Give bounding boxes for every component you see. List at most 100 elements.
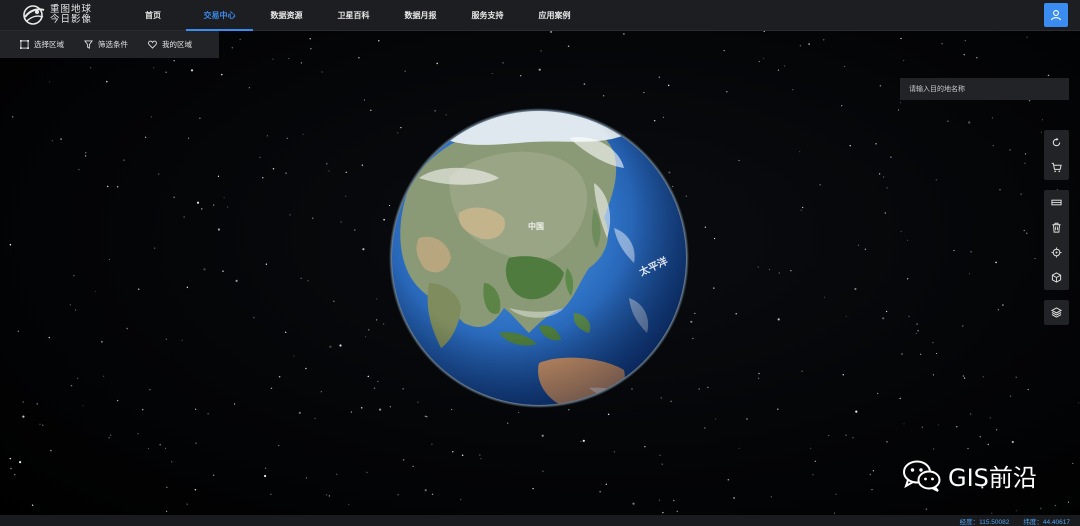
star: [108, 258, 110, 260]
star: [328, 495, 331, 497]
star: [1078, 402, 1080, 404]
star: [963, 377, 966, 379]
star: [777, 408, 779, 410]
nav-monthly-report[interactable]: 数据月报: [387, 0, 454, 31]
star: [366, 471, 368, 474]
locate-button[interactable]: [1044, 240, 1069, 265]
star: [713, 287, 715, 289]
star: [995, 429, 998, 431]
globe[interactable]: 中国 太平洋: [389, 108, 689, 408]
star: [358, 57, 360, 59]
destination-search-input[interactable]: [900, 78, 1069, 100]
refresh-button[interactable]: [1044, 130, 1069, 155]
star: [849, 145, 851, 147]
star: [738, 447, 740, 449]
star: [810, 447, 812, 449]
measure-button[interactable]: [1044, 190, 1069, 215]
nav-service-support[interactable]: 服务支持: [454, 0, 521, 31]
star: [801, 370, 803, 372]
tool-group-3: [1044, 300, 1069, 325]
star: [165, 71, 167, 73]
star: [819, 184, 821, 186]
star: [150, 116, 152, 118]
user-button[interactable]: [1044, 3, 1068, 27]
star: [808, 43, 810, 45]
star: [360, 407, 363, 409]
star: [102, 375, 105, 377]
star: [187, 137, 190, 139]
star: [869, 473, 872, 476]
cube-icon: [1051, 272, 1062, 283]
star: [239, 38, 241, 40]
star: [479, 454, 481, 456]
star: [692, 337, 694, 340]
star: [50, 449, 52, 452]
layers-button[interactable]: [1044, 300, 1069, 325]
star: [713, 237, 716, 240]
star: [841, 105, 843, 107]
star: [932, 341, 934, 344]
star: [321, 71, 323, 73]
star: [265, 263, 268, 265]
ruler-icon: [1051, 199, 1062, 206]
longitude-readout: 经度：115.50082: [960, 516, 1010, 526]
star: [568, 409, 570, 411]
logo[interactable]: 重图地球 今日影像: [0, 0, 120, 31]
star: [376, 319, 378, 321]
star: [165, 338, 168, 340]
star: [1027, 389, 1029, 391]
star: [1026, 232, 1028, 234]
star: [195, 442, 197, 444]
star: [165, 510, 168, 513]
star: [979, 436, 981, 438]
star: [460, 498, 462, 501]
star: [217, 228, 220, 231]
3d-view-button[interactable]: [1044, 265, 1069, 290]
star: [339, 344, 342, 347]
star: [738, 159, 740, 162]
star: [106, 80, 108, 83]
nav-data-resources[interactable]: 数据资源: [253, 0, 320, 31]
filter-label: 筛选条件: [98, 40, 128, 49]
select-area-label: 选择区域: [34, 40, 64, 49]
star: [883, 176, 885, 178]
star: [1072, 462, 1074, 465]
star: [39, 423, 41, 425]
star: [461, 454, 464, 456]
star: [424, 489, 427, 492]
heart-icon: [148, 40, 157, 49]
nav-home[interactable]: 首页: [120, 0, 186, 31]
star: [502, 62, 504, 64]
star: [171, 461, 173, 463]
star: [845, 315, 847, 317]
star: [48, 336, 51, 339]
star: [855, 410, 858, 413]
star: [845, 434, 847, 436]
star: [925, 508, 928, 510]
star: [1024, 162, 1026, 164]
star: [147, 448, 149, 450]
star: [919, 353, 922, 355]
delete-button[interactable]: [1044, 215, 1069, 240]
star: [882, 317, 885, 320]
star: [1009, 149, 1011, 151]
star: [82, 405, 84, 407]
nav-satellite-wiki[interactable]: 卫星百科: [320, 0, 387, 31]
star: [852, 437, 854, 439]
my-area-button[interactable]: 我的区域: [148, 39, 192, 50]
star: [138, 288, 140, 290]
nav-trading-center[interactable]: 交易中心: [186, 0, 253, 31]
star: [363, 99, 365, 101]
star: [812, 474, 814, 476]
user-icon: [1050, 10, 1062, 21]
star: [1015, 510, 1017, 512]
select-area-button[interactable]: 选择区域: [20, 39, 64, 50]
nav-use-cases[interactable]: 应用案例: [521, 0, 588, 31]
star: [285, 172, 287, 174]
star: [790, 269, 792, 272]
star: [567, 45, 570, 48]
star: [969, 413, 972, 415]
star: [783, 65, 786, 67]
filter-button[interactable]: 筛选条件: [84, 39, 128, 50]
cart-button[interactable]: [1044, 155, 1069, 180]
